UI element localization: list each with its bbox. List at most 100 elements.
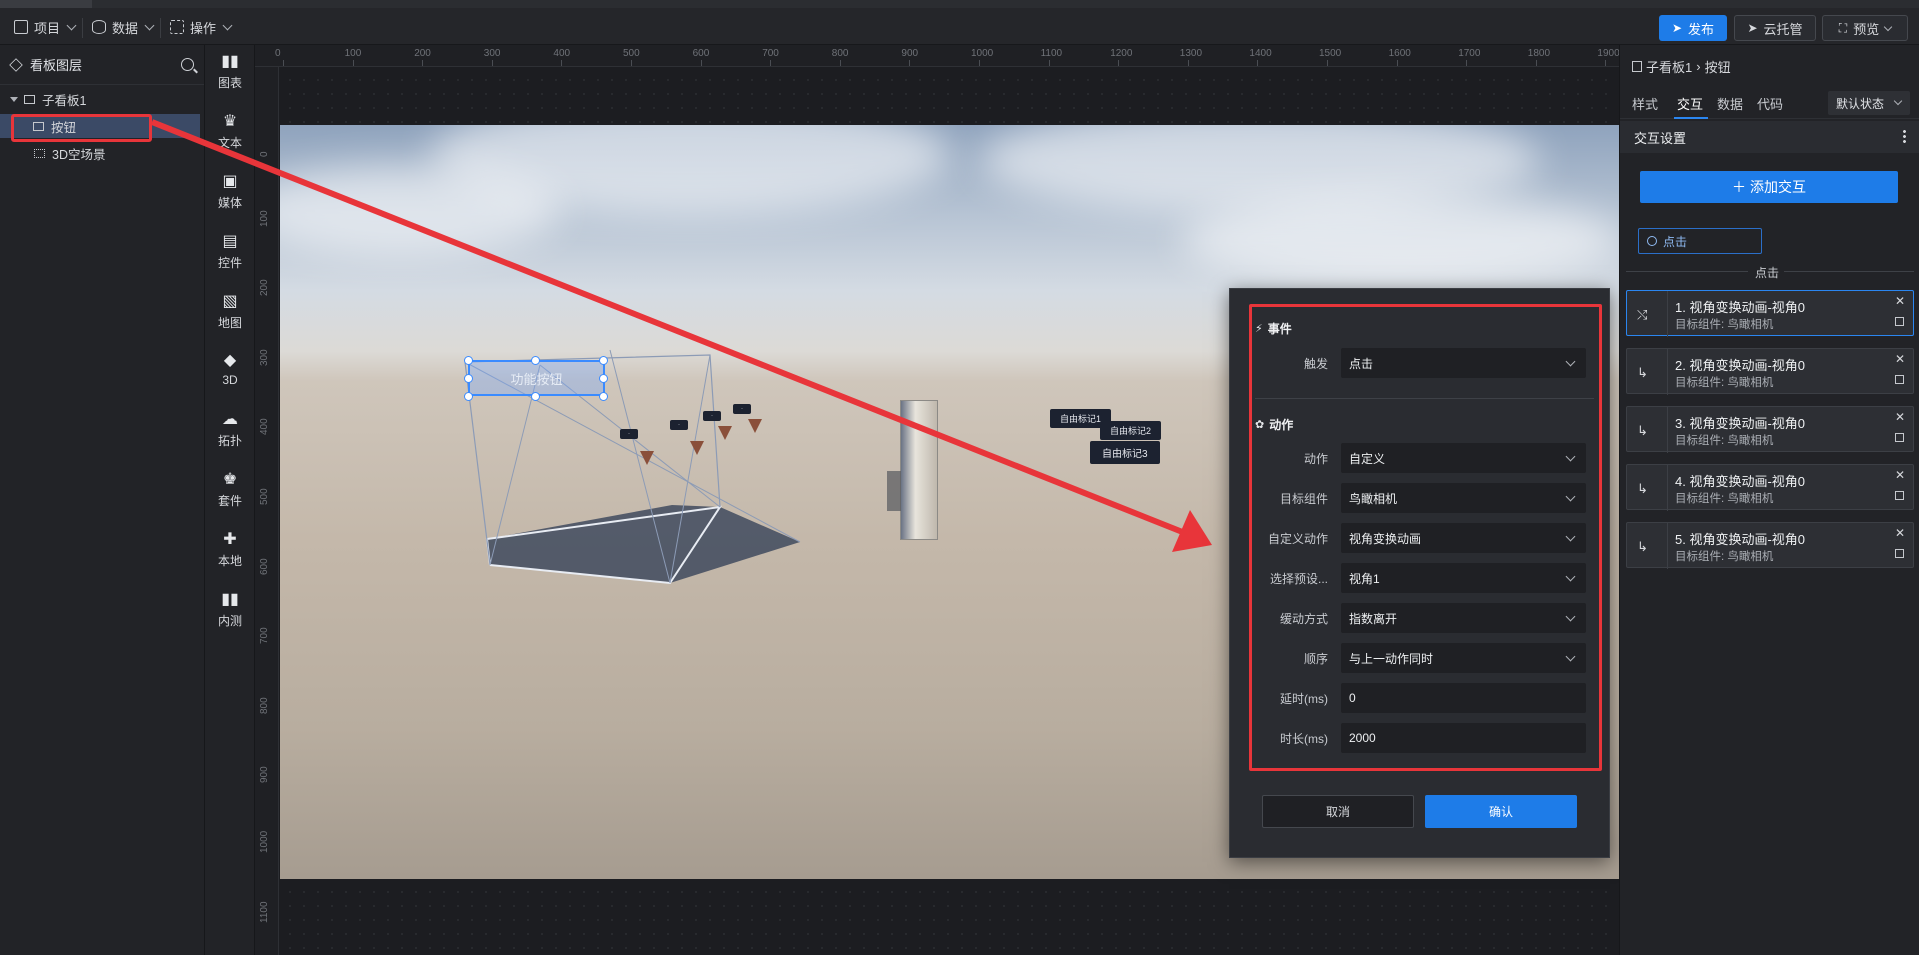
active-tab-indicator bbox=[1674, 117, 1708, 119]
field-row: 延时(ms) 0 bbox=[1250, 682, 1590, 714]
preview-label: 预览 bbox=[1853, 21, 1880, 37]
field-select[interactable]: 鸟瞰相机 bbox=[1341, 483, 1586, 513]
field-select[interactable]: 视角1 bbox=[1341, 563, 1586, 593]
tab-data[interactable]: 数据 bbox=[1717, 94, 1743, 113]
copy-icon[interactable] bbox=[1895, 433, 1904, 442]
tree-item-root[interactable]: 子看板1 bbox=[0, 87, 205, 111]
tab-interaction[interactable]: 交互 bbox=[1677, 94, 1703, 113]
search-icon[interactable] bbox=[181, 58, 194, 71]
resize-handle[interactable] bbox=[531, 392, 540, 401]
field-select[interactable]: 自定义 bbox=[1341, 443, 1586, 473]
send-icon: ➤ bbox=[1671, 21, 1683, 35]
caret-down-icon[interactable] bbox=[10, 96, 18, 102]
close-icon[interactable]: ✕ bbox=[1895, 410, 1905, 424]
field-input[interactable]: 2000 bbox=[1341, 723, 1586, 753]
action-card[interactable]: ↳ 3. 视角变换动画-视角0 目标组件: 鸟瞰相机 ✕ bbox=[1626, 406, 1914, 453]
field-select[interactable]: 视角变换动画 bbox=[1341, 523, 1586, 553]
ruler-label: 0 bbox=[275, 48, 281, 59]
action-card[interactable]: ⤭ 1. 视角变换动画-视角0 目标组件: 鸟瞰相机 ✕ bbox=[1626, 290, 1914, 337]
function-button-widget[interactable]: 功能按钮 bbox=[468, 360, 605, 396]
breadcrumb-parent[interactable]: 子看板1 bbox=[1646, 57, 1692, 76]
resize-handle[interactable] bbox=[464, 392, 473, 401]
comp-3d[interactable]: ◆ 3D bbox=[205, 345, 255, 395]
resize-handle[interactable] bbox=[531, 356, 540, 365]
map-marker-small[interactable]: · bbox=[733, 404, 751, 414]
action-card[interactable]: ↳ 2. 视角变换动画-视角0 目标组件: 鸟瞰相机 ✕ bbox=[1626, 348, 1914, 395]
ruler-label: 500 bbox=[259, 488, 270, 505]
state-dropdown[interactable]: 默认状态 bbox=[1828, 91, 1910, 115]
copy-icon[interactable] bbox=[1895, 375, 1904, 384]
ruler-tick bbox=[1396, 60, 1398, 66]
free-marker-3[interactable]: 自由标记3 bbox=[1090, 441, 1160, 464]
close-icon[interactable]: ✕ bbox=[1895, 294, 1905, 308]
free-marker-2-label: 自由标记2 bbox=[1110, 426, 1152, 436]
close-icon[interactable]: ✕ bbox=[1895, 352, 1905, 366]
active-window-tab[interactable] bbox=[0, 0, 92, 8]
cube-icon: ◆ bbox=[223, 352, 237, 369]
map-marker-small[interactable]: · bbox=[703, 411, 721, 421]
marker-pin bbox=[690, 441, 704, 455]
ruler-label: 1400 bbox=[1249, 48, 1272, 59]
trigger-select[interactable]: 点击 bbox=[1341, 348, 1586, 378]
ruler-label: 0 bbox=[259, 151, 270, 157]
close-icon[interactable]: ✕ bbox=[1895, 468, 1905, 482]
file-icon bbox=[14, 20, 28, 34]
resize-handle[interactable] bbox=[599, 356, 608, 365]
map-marker-small[interactable]: · bbox=[620, 429, 638, 439]
comp-local[interactable]: ✚ 本地 bbox=[205, 525, 255, 575]
menu-data[interactable]: 数据 bbox=[92, 16, 155, 38]
trigger-chip[interactable]: 点击 bbox=[1638, 228, 1762, 254]
tree-item-3d-scene[interactable]: 3D空场景 bbox=[0, 141, 205, 165]
tab-style[interactable]: 样式 bbox=[1632, 94, 1658, 113]
menu-operation[interactable]: 操作 bbox=[170, 16, 233, 38]
close-icon[interactable]: ✕ bbox=[1895, 526, 1905, 540]
free-marker-2[interactable]: 自由标记2 bbox=[1100, 421, 1162, 440]
action-card[interactable]: ↳ 5. 视角变换动画-视角0 目标组件: 鸟瞰相机 ✕ bbox=[1626, 522, 1914, 569]
send-icon: ➤ bbox=[1747, 21, 1758, 35]
add-interaction-button[interactable]: ＋ 添加交互 bbox=[1640, 171, 1898, 203]
return-arrow-icon: ↳ bbox=[1637, 365, 1648, 380]
ruler-label: 400 bbox=[259, 418, 270, 436]
field-value: 指数离开 bbox=[1349, 611, 1398, 626]
comp-topology[interactable]: ☁ 拓扑 bbox=[205, 405, 255, 455]
confirm-button[interactable]: 确认 bbox=[1425, 795, 1577, 828]
resize-handle[interactable] bbox=[599, 374, 608, 383]
menu-project[interactable]: 项目 bbox=[14, 16, 77, 38]
ruler-label: 700 bbox=[762, 48, 779, 59]
field-input[interactable]: 0 bbox=[1341, 683, 1586, 713]
comp-media[interactable]: ▣ 媒体 bbox=[205, 167, 255, 217]
action-section-title: ✿ 动作 bbox=[1255, 416, 1293, 433]
field-select[interactable]: 指数离开 bbox=[1341, 603, 1586, 633]
comp-suite[interactable]: ♚ 套件 bbox=[205, 465, 255, 515]
copy-icon[interactable] bbox=[1895, 549, 1904, 558]
resize-handle[interactable] bbox=[599, 392, 608, 401]
card-divider bbox=[1667, 349, 1668, 395]
chevron-down-icon bbox=[66, 20, 77, 30]
tab-code[interactable]: 代码 bbox=[1757, 94, 1783, 113]
comp-control[interactable]: ▤ 控件 bbox=[205, 227, 255, 277]
comp-chart[interactable]: ▮▮ 图表 bbox=[205, 47, 255, 97]
puzzle-icon: ✚ bbox=[223, 530, 237, 548]
comp-text[interactable]: ♛ 文本 bbox=[205, 107, 255, 157]
copy-icon[interactable] bbox=[1895, 491, 1904, 500]
field-label: 选择预设... bbox=[1269, 571, 1328, 586]
cancel-button[interactable]: 取消 bbox=[1262, 795, 1414, 828]
comp-local-label: 本地 bbox=[217, 553, 242, 568]
field-select[interactable]: 与上一动作同时 bbox=[1341, 643, 1586, 673]
map-marker-small[interactable]: · bbox=[670, 420, 688, 430]
copy-icon[interactable] bbox=[1895, 317, 1904, 326]
card-divider bbox=[1667, 291, 1668, 337]
tree-item-3d-label: 3D空场景 bbox=[52, 147, 106, 162]
action-title: 1. 视角变换动画-视角0 bbox=[1675, 300, 1806, 315]
action-card[interactable]: ↳ 4. 视角变换动画-视角0 目标组件: 鸟瞰相机 ✕ bbox=[1626, 464, 1914, 511]
resize-handle[interactable] bbox=[464, 356, 473, 365]
cloud-host-button[interactable]: ➤ 云托管 bbox=[1734, 15, 1816, 41]
chevron-down-icon bbox=[1565, 651, 1576, 662]
comp-map[interactable]: ▧ 地图 bbox=[205, 287, 255, 337]
preview-button[interactable]: ⛶ 预览 bbox=[1822, 15, 1908, 41]
more-vertical-icon[interactable] bbox=[1903, 129, 1906, 143]
publish-button[interactable]: ➤ 发布 bbox=[1659, 15, 1727, 41]
shirt-icon: ♚ bbox=[222, 470, 238, 488]
resize-handle[interactable] bbox=[464, 374, 473, 383]
comp-beta[interactable]: ▮▮ 内测 bbox=[205, 585, 255, 635]
